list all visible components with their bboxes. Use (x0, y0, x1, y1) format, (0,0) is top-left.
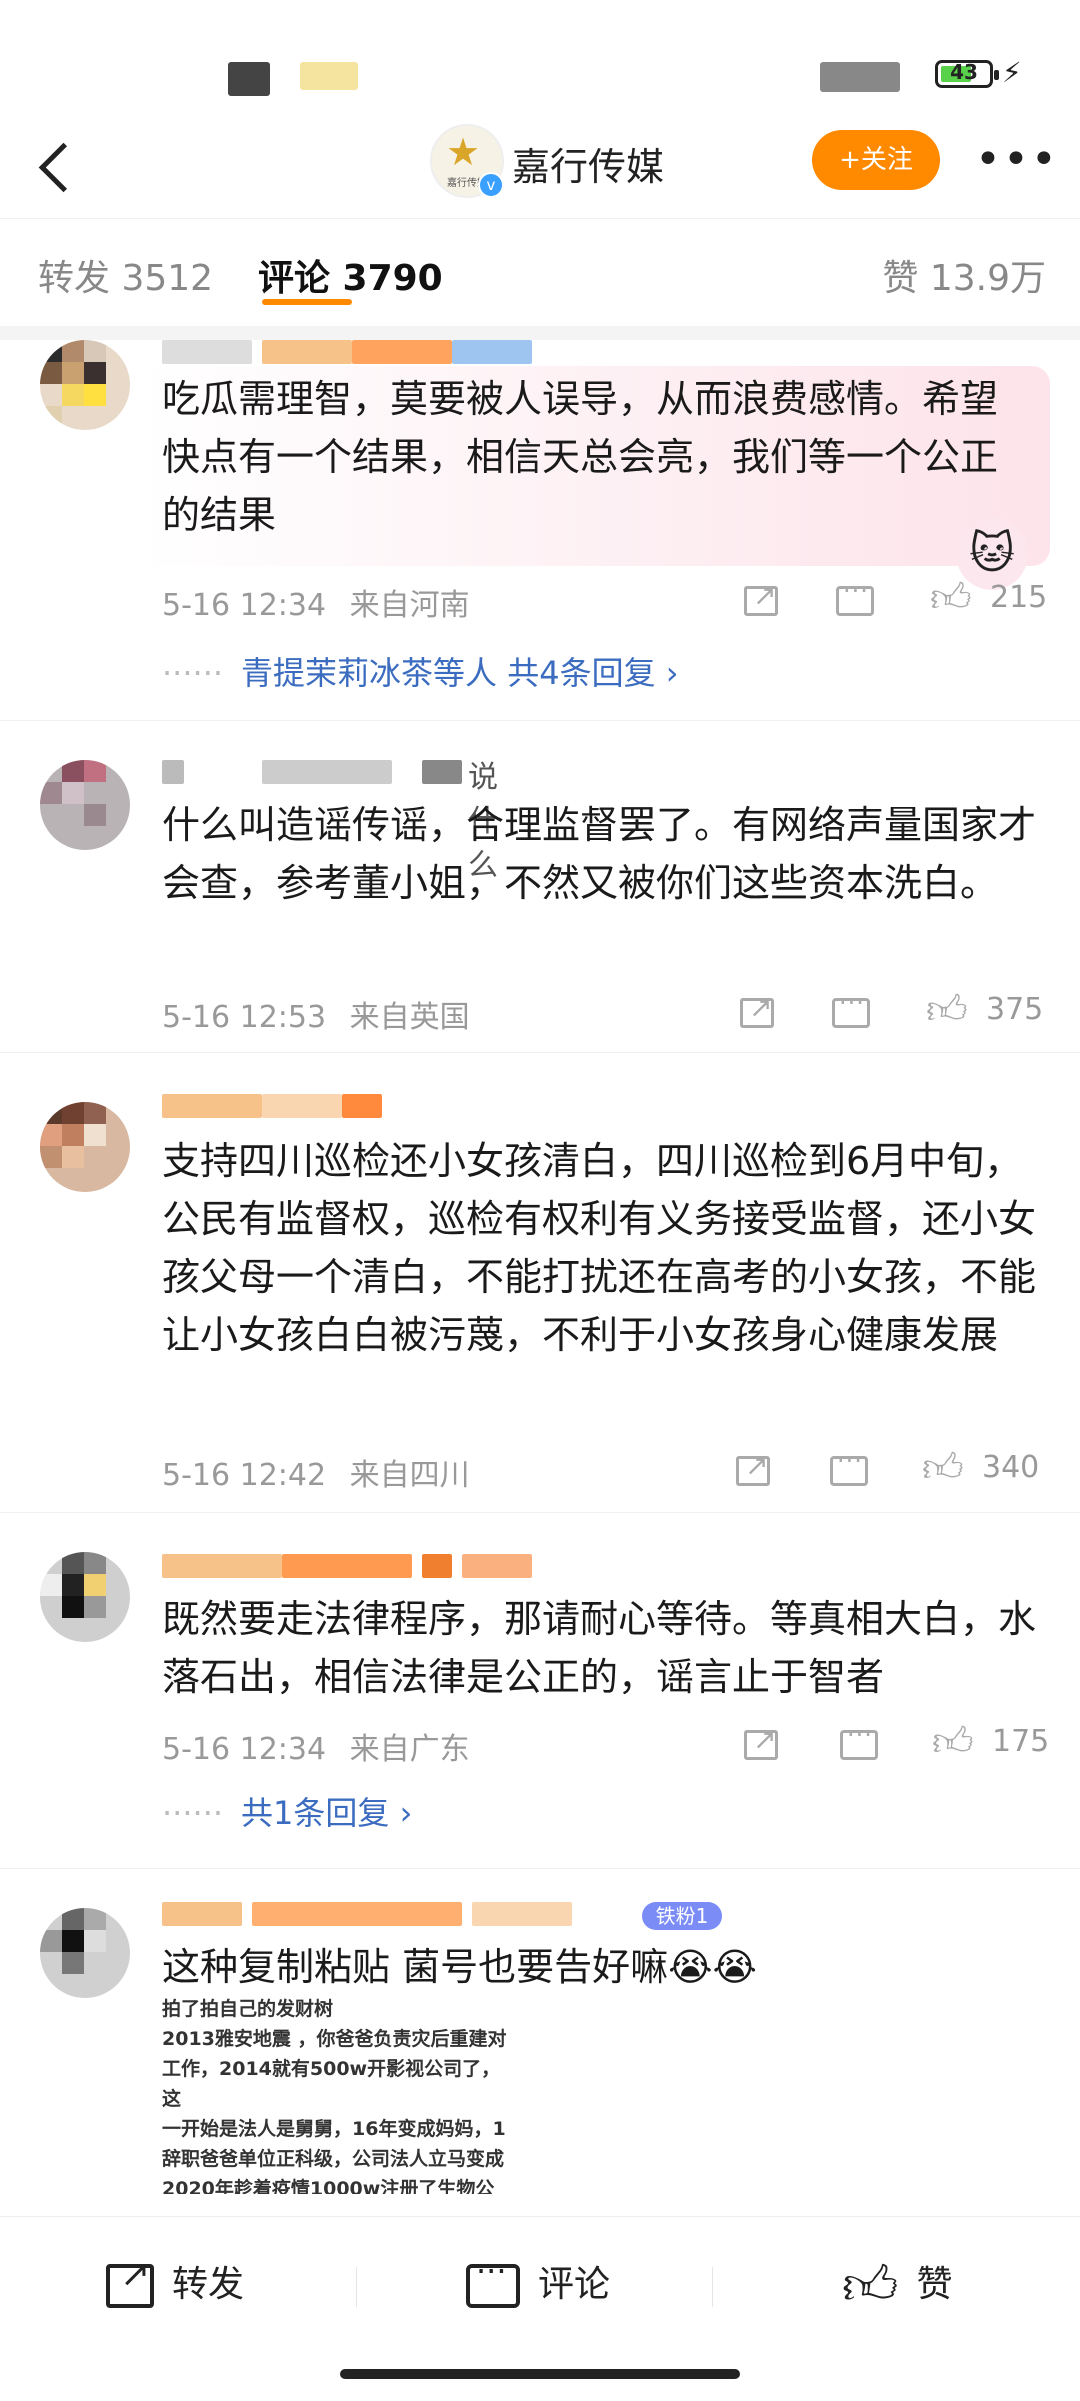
comment-image[interactable]: 拍了拍自己的发财树 2013雅安地震 ，你爸爸负责灾后重建对 工作，2014就有… (162, 1994, 512, 2194)
star-logo-icon: ★ (446, 130, 481, 174)
comment-meta: 5-16 12:53 来自英国 (162, 992, 470, 1036)
home-indicator[interactable] (340, 2369, 740, 2379)
status-blur (228, 62, 270, 96)
avatar[interactable] (40, 1552, 130, 1642)
comment-item: 既然要走法律程序，那请耐心等待。等真相大白，水落石出，相信法律是公正的，谣言止于… (0, 1532, 1080, 1869)
like-icon[interactable]: 👍︎ (926, 986, 968, 1034)
comment-date: 5-16 12:53 (162, 1000, 327, 1035)
like-count: 340 (982, 1450, 1040, 1485)
status-blur (300, 62, 358, 90)
comment-meta: 5-16 12:34 来自广东 (162, 1724, 470, 1768)
charging-icon: ⚡ (1002, 56, 1022, 89)
follow-button[interactable]: +关注 (812, 130, 940, 190)
view-replies-link[interactable]: ······ 共1条回复 › (162, 1788, 412, 1834)
divider (0, 326, 1080, 340)
fan-badge: 铁粉1 (642, 1902, 722, 1930)
battery-icon: 43 (935, 60, 999, 88)
comment-text: 既然要走法律程序，那请耐心等待。等真相大白，水落石出，相信法律是公正的，谣言止于… (162, 1597, 1037, 1699)
comment-location: 来自河南 (349, 588, 470, 623)
tab-likes[interactable]: 赞 13.9万 (882, 249, 1046, 301)
like-icon[interactable]: 👍︎ (930, 574, 972, 622)
share-icon[interactable] (740, 991, 774, 1028)
comment-date: 5-16 12:42 (162, 1458, 327, 1493)
status-bar: 43 ⚡ (0, 0, 1080, 120)
share-icon[interactable] (744, 1723, 778, 1760)
share-icon[interactable] (736, 1449, 770, 1486)
tab-repost[interactable]: 转发 3512 (38, 249, 213, 301)
avatar[interactable] (40, 1102, 130, 1192)
comment-location: 来自广东 (349, 1732, 470, 1767)
avatar[interactable] (40, 340, 130, 430)
divider (712, 2267, 713, 2307)
comment-text: 什么叫造谣传谣，合理监督罢了。有网络声量国家才会查，参考董小姐，不然又被你们这些… (162, 803, 1037, 905)
like-icon: 👍︎ (842, 2254, 899, 2317)
divider (356, 2267, 357, 2307)
like-button[interactable]: 👍︎ 赞 (842, 2254, 952, 2317)
bottom-action-bar: 转发 评论 👍︎赞 (0, 2216, 1080, 2401)
signal-icon (820, 62, 900, 92)
like-count: 375 (986, 992, 1044, 1027)
repost-button[interactable]: 转发 (106, 2254, 244, 2308)
reply-icon[interactable] (830, 1447, 868, 1486)
back-button[interactable] (30, 136, 90, 196)
comment-text: 吃瓜需理智，莫要被人误导，从而浪费感情。希望快点有一个结果，相信天总会亮，我们等… (162, 377, 999, 537)
like-icon[interactable]: 👍︎ (922, 1444, 964, 1492)
post-tabs: 转发 3512 评论 3790 赞 13.9万 (0, 218, 1080, 329)
comment-meta: 5-16 12:42 来自四川 (162, 1450, 470, 1494)
active-tab-indicator (262, 299, 352, 305)
verified-badge-icon: v (478, 172, 504, 198)
avatar[interactable] (40, 760, 130, 850)
tab-comments[interactable]: 评论 3790 (258, 249, 443, 301)
view-replies-link[interactable]: ······ 青提茉莉冰茶等人 共4条回复 › (162, 648, 679, 694)
comment-item: 说什么 什么叫造谣传谣，合理监督罢了。有网络声量国家才会查，参考董小姐，不然又被… (0, 740, 1080, 1053)
repost-icon (106, 2254, 154, 2308)
comment-date: 5-16 12:34 (162, 588, 327, 623)
more-options-icon[interactable]: ••• (975, 138, 1059, 182)
top-nav: ★ 嘉行传媒 v 嘉行传媒 +关注 ••• (0, 120, 1080, 216)
comment-location: 来自四川 (349, 1458, 470, 1493)
account-name[interactable]: 嘉行传媒 (512, 136, 664, 191)
reply-icon[interactable] (840, 1721, 878, 1760)
comment-item: 铁粉1 这种复制粘贴 菌号也要告好嘛😭😭 拍了拍自己的发财树 2013雅安地震 … (0, 1886, 1080, 2216)
comment-text: 这种复制粘贴 菌号也要告好嘛😭😭 (162, 1945, 757, 1989)
comment-date: 5-16 12:34 (162, 1732, 327, 1767)
comment-icon (466, 2252, 520, 2308)
comment-item: 支持四川巡检还小女孩清白，四川巡检到6月中旬，公民有监督权，巡检有权利有义务接受… (0, 1072, 1080, 1513)
like-count: 175 (992, 1724, 1050, 1759)
share-icon[interactable] (744, 579, 778, 616)
reply-icon[interactable] (832, 989, 870, 1028)
like-icon[interactable]: 👍︎ (932, 1718, 974, 1766)
avatar[interactable] (40, 1908, 130, 1998)
comment-text: 支持四川巡检还小女孩清白，四川巡检到6月中旬，公民有监督权，巡检有权利有义务接受… (162, 1139, 1037, 1357)
comment-item: 🐱 吃瓜需理智，莫要被人误导，从而浪费感情。希望快点有一个结果，相信天总会亮，我… (0, 340, 1080, 721)
like-count: 215 (990, 580, 1048, 615)
comment-button[interactable]: 评论 (466, 2252, 610, 2308)
comment-location: 来自英国 (349, 1000, 470, 1035)
reply-icon[interactable] (836, 577, 874, 616)
comment-meta: 5-16 12:34 来自河南 (162, 580, 470, 624)
